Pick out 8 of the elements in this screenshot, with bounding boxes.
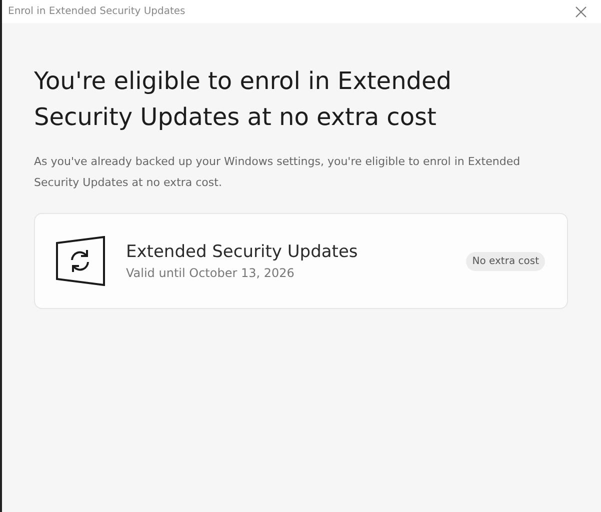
close-icon[interactable]: [575, 6, 587, 18]
card-title: Extended Security Updates: [126, 242, 359, 262]
heading: You're eligible to enrol in Extended Security Updates at no extra cost: [34, 66, 453, 133]
description: As you've already backed up your Windows settings, you're eligible to enrol in Extended Security Updates at no extra cost.: [34, 154, 522, 191]
cost-badge: No extra cost: [466, 252, 545, 270]
refresh-window-icon: [56, 236, 106, 286]
card-subtitle: Valid until October 13, 2026: [126, 266, 296, 280]
window-title: Enrol in Extended Security Updates: [8, 6, 186, 17]
